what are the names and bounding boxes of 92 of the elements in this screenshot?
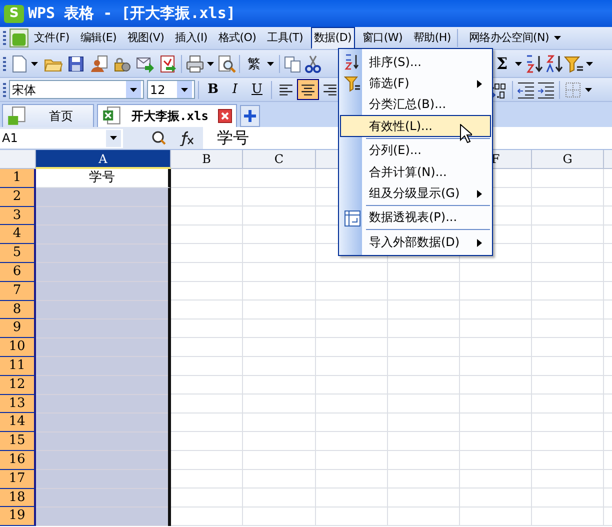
row-header[interactable]: 6 (0, 262, 36, 282)
home-document-icon (7, 106, 27, 126)
column-header[interactable]: C (243, 150, 316, 169)
row-header[interactable]: 16 (0, 450, 36, 470)
sort-ascending-icon[interactable] (524, 54, 544, 74)
increase-indent-icon[interactable] (536, 80, 556, 100)
menu-item[interactable]: 数据透视表(P)... (340, 206, 491, 228)
pivot-table-icon (344, 210, 361, 227)
font-select[interactable]: 宋体 (9, 80, 144, 99)
caret-icon[interactable] (130, 88, 137, 92)
row-header[interactable]: 4 (0, 225, 36, 244)
name-box[interactable]: A1 (0, 128, 123, 148)
row-header[interactable]: 13 (0, 394, 36, 414)
bold-button[interactable]: B (202, 79, 224, 100)
menu-item[interactable]: 插入(I) (172, 27, 210, 49)
menu-item[interactable]: 工具(T) (264, 27, 306, 49)
mouse-cursor-icon (460, 124, 472, 143)
caret-icon[interactable] (267, 62, 274, 66)
row-header[interactable]: 12 (0, 376, 36, 395)
align-left-icon (278, 82, 294, 98)
menu-item[interactable]: 窗口(W) (360, 27, 406, 49)
window-title: WPS 表格 - [开大李振.xls] (28, 3, 236, 24)
menu-item[interactable]: 组及分级显示(G) (340, 182, 491, 204)
decrease-indent-icon[interactable] (516, 80, 536, 100)
document-person-icon[interactable] (89, 54, 109, 74)
menu-item[interactable]: 排序(S)... (340, 51, 491, 72)
menu-item[interactable]: 网络办公空间(N) (466, 27, 552, 49)
menu-item[interactable]: 分类汇总(B)... (340, 94, 491, 116)
menu-item[interactable]: 格式(O) (215, 27, 260, 49)
italic-button[interactable]: I (224, 79, 246, 100)
floppy-icon[interactable] (66, 54, 86, 74)
document-tab[interactable]: 首页 (2, 104, 94, 127)
align-center-button[interactable] (297, 79, 319, 100)
menu-item[interactable]: 编辑(E) (77, 27, 120, 49)
menu-item[interactable]: 数据(D) (310, 27, 355, 49)
pdf-export-icon[interactable] (158, 54, 178, 74)
document-tab[interactable]: 开大李振.xls (97, 104, 237, 127)
row-header[interactable]: 7 (0, 282, 36, 301)
row-header[interactable]: 14 (0, 413, 36, 432)
function-icon[interactable] (179, 130, 195, 146)
row-header[interactable]: 3 (0, 206, 36, 226)
caret-icon[interactable] (586, 62, 593, 66)
scissors-icon[interactable] (303, 54, 323, 74)
column-header[interactable]: G (532, 150, 604, 169)
app-logo: S (4, 4, 24, 22)
font-size-select[interactable]: 12 (147, 80, 195, 99)
underline-button[interactable]: U (246, 79, 268, 100)
caret-icon[interactable] (181, 88, 188, 92)
column-header[interactable]: A (36, 150, 171, 169)
cell-reference: A1 (2, 130, 18, 147)
row-header[interactable]: 2 (0, 188, 36, 207)
printer-icon[interactable] (185, 54, 205, 74)
font-size: 12 (150, 82, 166, 98)
row-header[interactable]: 1 (0, 169, 36, 188)
app-logo-icon[interactable] (9, 28, 29, 48)
caret-icon[interactable] (31, 62, 38, 66)
column-header[interactable]: B (171, 150, 243, 169)
caret-icon[interactable] (515, 62, 522, 66)
caret-icon[interactable] (207, 62, 214, 66)
align-right-icon (322, 82, 338, 98)
row-header[interactable]: 10 (0, 338, 36, 357)
sort-icon (344, 54, 361, 71)
row-header[interactable]: 15 (0, 432, 36, 451)
row-header[interactable]: 11 (0, 356, 36, 376)
menu-item[interactable]: 导入外部数据(D) (340, 231, 491, 253)
menu-item[interactable]: 有效性(L)... (340, 115, 491, 137)
menu-item[interactable]: 帮助(H) (410, 27, 454, 49)
row-header[interactable]: 9 (0, 319, 36, 338)
menu-item[interactable]: 筛选(F) (340, 72, 491, 94)
search-icon[interactable] (151, 130, 167, 146)
row-header[interactable]: 8 (0, 300, 36, 320)
close-icon[interactable] (218, 109, 232, 123)
menu-item[interactable]: 视图(V) (124, 27, 168, 49)
filter-icon[interactable] (564, 54, 584, 74)
copy-icon[interactable] (283, 54, 303, 74)
row-header[interactable]: 18 (0, 488, 36, 508)
traditional-chinese-button[interactable]: 繁 (243, 53, 265, 74)
align-center-icon (300, 82, 316, 98)
menu-item[interactable]: 文件(F) (31, 27, 72, 49)
caret-icon[interactable] (554, 36, 561, 40)
filter-icon (344, 75, 361, 92)
caret-icon[interactable] (585, 88, 592, 92)
print-preview-icon[interactable] (216, 54, 236, 74)
add-tab-icon[interactable] (240, 105, 260, 127)
row-header[interactable]: 19 (0, 507, 36, 526)
sum-button[interactable]: Σ (491, 53, 513, 74)
spreadsheet-icon (102, 106, 122, 126)
caret-icon[interactable] (110, 136, 117, 140)
sort-descending-icon[interactable] (544, 54, 564, 74)
row-header[interactable]: 5 (0, 244, 36, 263)
row-header[interactable]: 17 (0, 470, 36, 489)
font-name: 宋体 (12, 82, 36, 98)
